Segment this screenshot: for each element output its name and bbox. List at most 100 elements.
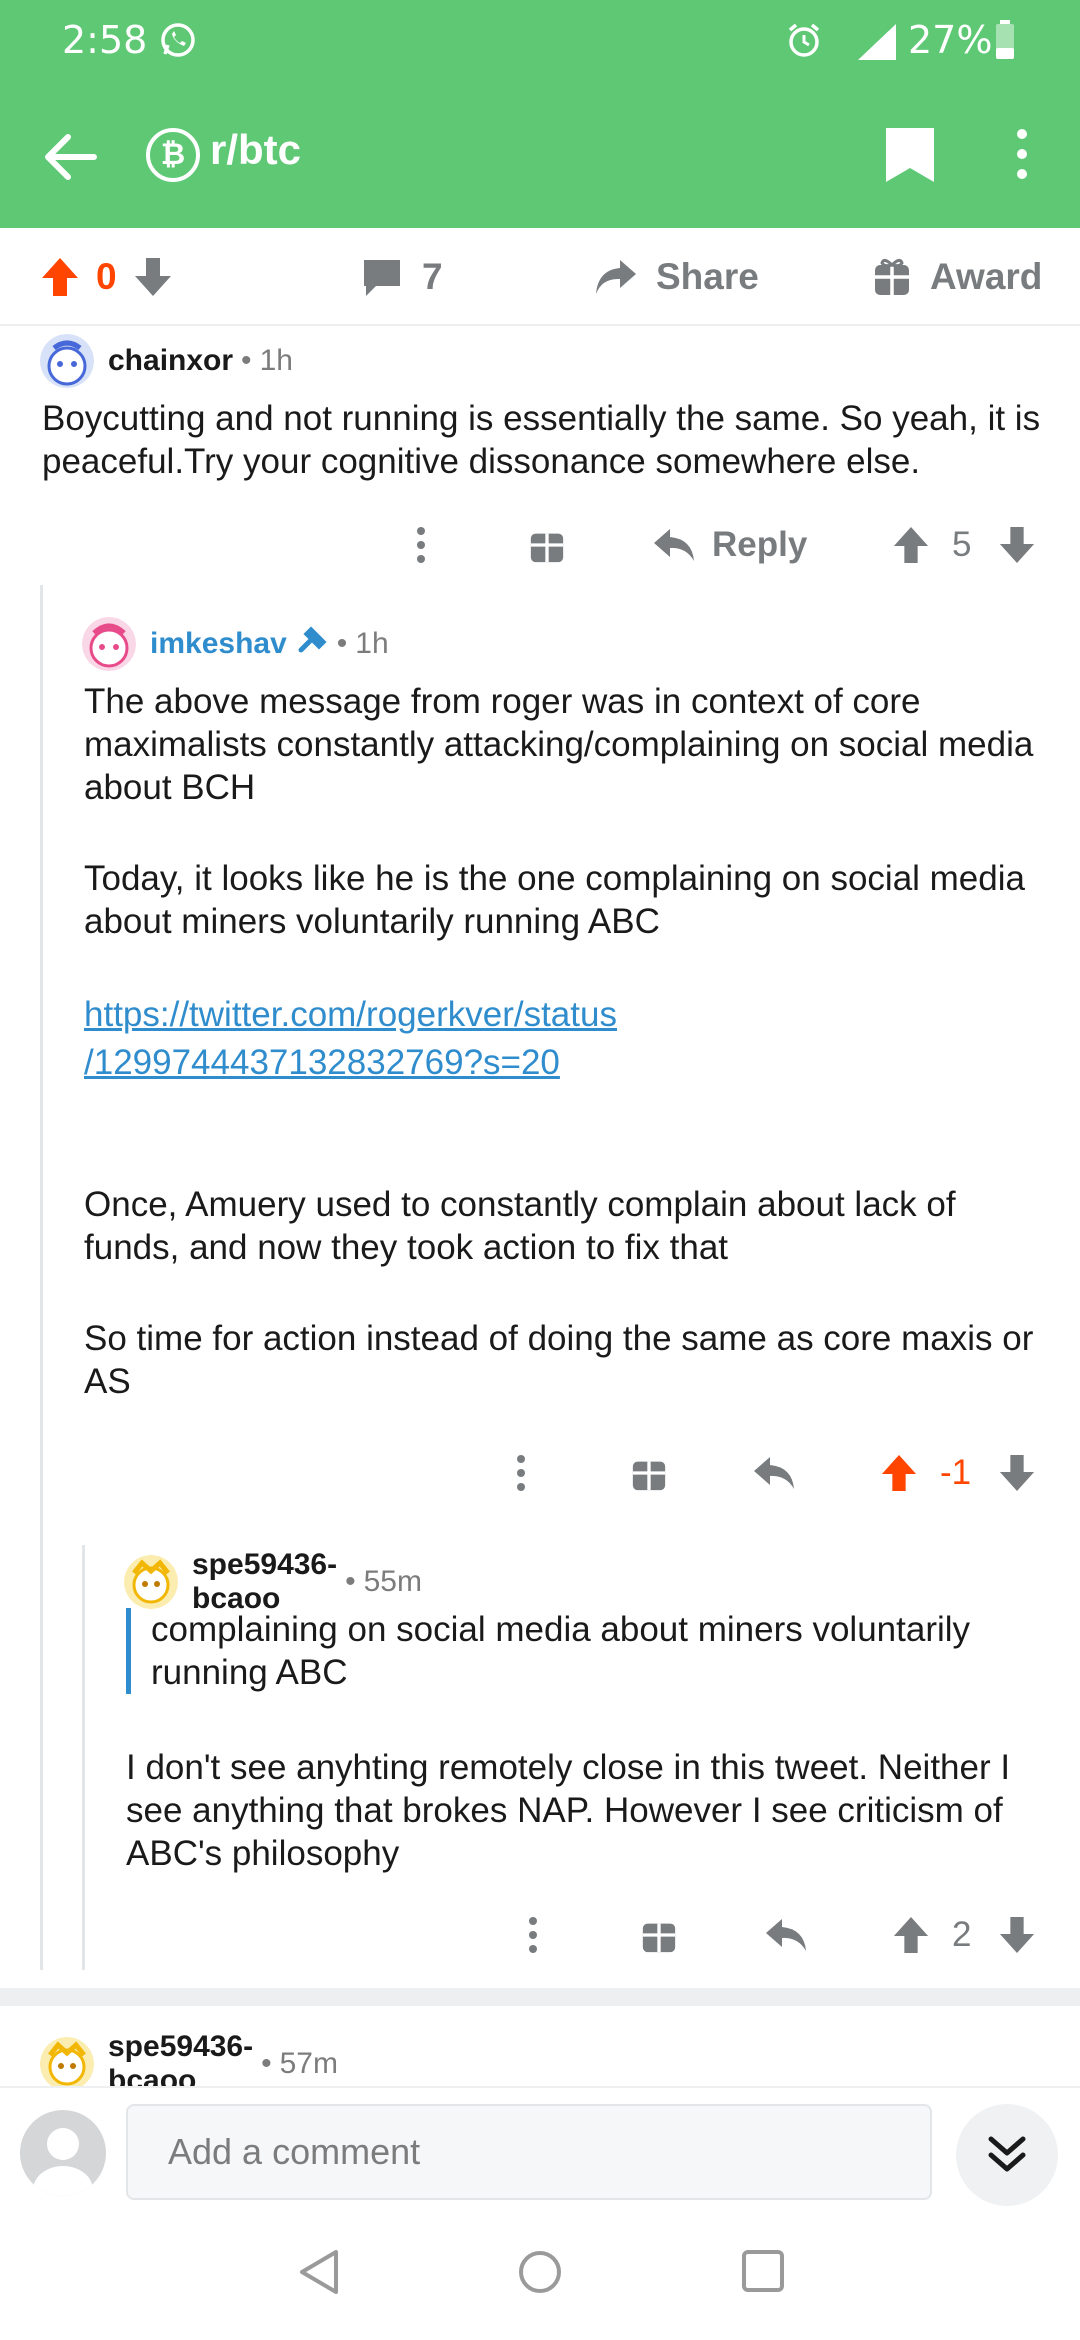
comment-score: -1 — [940, 1453, 972, 1492]
comment-upvote-button[interactable] — [892, 1900, 930, 1970]
subreddit-name[interactable]: r/btc — [210, 126, 301, 174]
comment-downvote-button[interactable] — [998, 510, 1036, 580]
whatsapp-notification-icon — [158, 20, 198, 65]
moderator-shield-icon — [297, 624, 329, 664]
share-button[interactable]: Share — [592, 228, 759, 326]
gift-icon — [642, 1923, 676, 1953]
network-type: 4G — [866, 22, 885, 38]
reply-arrow-icon — [766, 1919, 806, 1951]
double-chevron-down-icon — [988, 2136, 1026, 2172]
downvote-arrow-icon — [999, 1454, 1035, 1492]
comment-author[interactable]: chainxor — [108, 344, 233, 378]
comment-time: 57m — [279, 2047, 338, 2080]
thread-line[interactable] — [40, 585, 43, 1970]
comment-header: imkeshav • 1h — [82, 617, 389, 671]
thread-separator — [0, 1988, 1080, 2006]
tweet-link[interactable]: https://twitter.com/rogerkver/status — [84, 995, 617, 1034]
upvote-arrow-icon — [893, 526, 929, 564]
comment-paragraph: Today, it looks like he is the one compl… — [84, 859, 1025, 941]
gift-icon — [530, 533, 564, 563]
arrow-left-icon — [45, 134, 97, 180]
reply-button[interactable] — [764, 1900, 808, 1970]
avatar[interactable] — [40, 334, 94, 388]
more-vertical-icon — [1017, 129, 1027, 179]
comment-body: The above message from roger was in cont… — [84, 680, 1056, 1451]
more-options-button[interactable] — [1000, 120, 1044, 190]
comment-link-paragraph: https://twitter.com/rogerkver/status /12… — [84, 991, 1056, 1087]
share-label: Share — [656, 256, 759, 297]
comment-actions: -1 — [0, 1438, 1080, 1508]
more-vertical-icon — [529, 1917, 537, 1953]
gift-icon — [632, 1461, 666, 1491]
avatar[interactable] — [82, 617, 136, 671]
bookmark-button[interactable] — [880, 120, 940, 190]
circle-home-icon — [519, 2251, 561, 2293]
downvote-arrow-icon — [999, 526, 1035, 564]
reply-arrow-icon — [654, 529, 694, 561]
nav-recents-button[interactable] — [740, 2248, 786, 2299]
separator-dot: • — [261, 2047, 272, 2080]
app-header: 2:58 4G 27% ₿ r/btc — [0, 0, 1080, 228]
award-label: Award — [930, 256, 1043, 297]
comment-time: 55m — [363, 1565, 422, 1598]
comment-more-button[interactable] — [518, 1900, 548, 1970]
avatar[interactable] — [124, 1555, 178, 1609]
downvote-arrow-icon — [999, 1916, 1035, 1954]
comment-header: spe59436-bcaoo • 55m — [124, 1548, 422, 1616]
reply-arrow-icon — [754, 1457, 794, 1489]
comment-bubble-icon — [360, 256, 404, 298]
back-button[interactable] — [36, 122, 106, 192]
battery-percent: 27% — [908, 18, 993, 62]
downvote-button[interactable] — [133, 256, 173, 298]
comment-body: Boycutting and not running is essentiall… — [42, 399, 1041, 481]
app-bar: ₿ r/btc — [0, 80, 1080, 228]
comment-author[interactable]: spe59436-bcaoo — [192, 1548, 337, 1616]
tweet-link-cont[interactable]: /1299744437132832769?s=20 — [84, 1043, 560, 1082]
triangle-back-icon — [300, 2250, 338, 2294]
gift-icon — [872, 257, 912, 297]
comment-body: I don't see anyhting remotely close in t… — [126, 1748, 1011, 1873]
downvote-arrow-icon — [134, 258, 171, 296]
user-avatar[interactable] — [20, 2110, 106, 2196]
nav-back-button[interactable] — [298, 2248, 342, 2301]
comment-score: 5 — [952, 525, 972, 564]
comment-award-button[interactable] — [640, 1900, 678, 1970]
upvote-arrow-icon — [893, 1916, 929, 1954]
comments-count-button[interactable]: 7 — [360, 228, 443, 326]
add-comment-input[interactable]: Add a comment — [126, 2104, 932, 2200]
reply-label: Reply — [712, 525, 808, 564]
comment-downvote-button[interactable] — [998, 1900, 1036, 1970]
comment-paragraph: Once, Amuery used to constantly complain… — [84, 1185, 956, 1267]
comment-more-button[interactable] — [506, 1438, 536, 1508]
separator-dot: • — [345, 1565, 356, 1598]
comment-paragraph: So time for action instead of doing the … — [84, 1319, 1034, 1401]
subreddit-icon[interactable]: ₿ — [146, 128, 200, 182]
reply-button[interactable] — [752, 1438, 796, 1508]
comment-upvote-button[interactable] — [880, 1438, 918, 1508]
comment-actions: Reply 5 — [0, 510, 1080, 580]
post-vote-group: 0 — [40, 228, 173, 326]
next-comment-button[interactable] — [956, 2104, 1058, 2206]
avatar[interactable] — [40, 2037, 94, 2091]
quoted-text: complaining on social media about miners… — [126, 1608, 1046, 1694]
upvote-button[interactable] — [40, 256, 80, 298]
bookmark-icon — [886, 128, 934, 182]
upvote-arrow-icon — [42, 258, 78, 296]
more-vertical-icon — [517, 1455, 525, 1491]
user-silhouette-icon — [33, 2128, 93, 2196]
post-score: 0 — [96, 256, 117, 297]
nav-home-button[interactable] — [516, 2248, 564, 2301]
reply-button[interactable]: Reply — [652, 510, 807, 580]
separator-dot: • — [241, 344, 252, 377]
system-nav-bar — [0, 2212, 1080, 2340]
comment-time: 1h — [259, 344, 293, 377]
award-button[interactable]: Award — [872, 228, 1042, 326]
comment-author[interactable]: imkeshav — [150, 627, 287, 661]
comment-more-button[interactable] — [406, 510, 436, 580]
alarm-icon — [784, 20, 824, 65]
comment-upvote-button[interactable] — [892, 510, 930, 580]
comment-award-button[interactable] — [630, 1438, 668, 1508]
comment-award-button[interactable] — [528, 510, 566, 580]
comment-downvote-button[interactable] — [998, 1438, 1036, 1508]
comment-actions: 2 — [0, 1900, 1080, 1970]
